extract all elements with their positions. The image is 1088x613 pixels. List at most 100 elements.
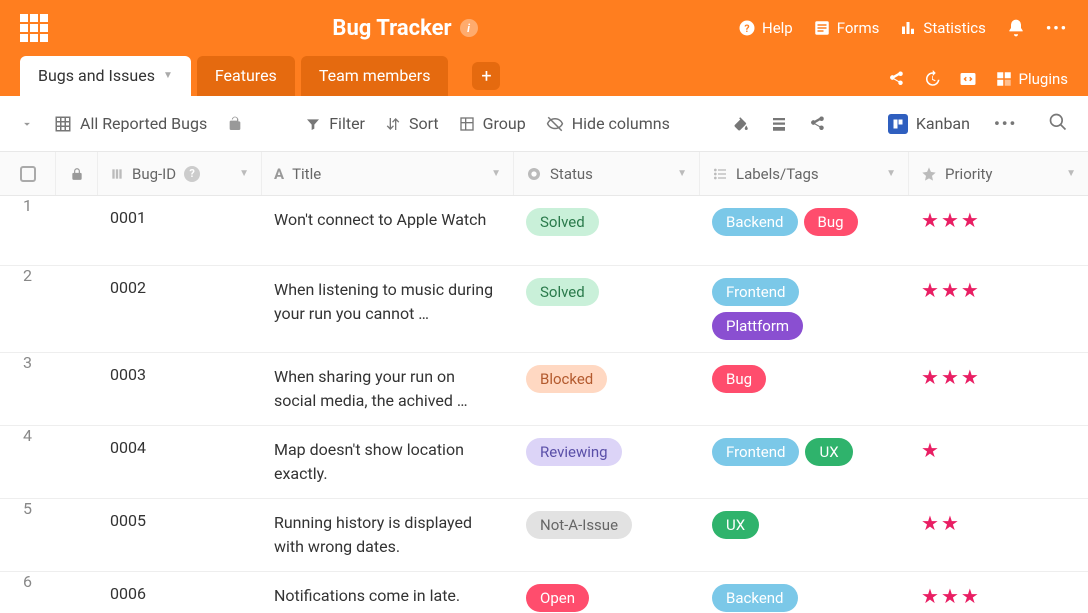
- help-circle-icon[interactable]: ?: [184, 166, 200, 182]
- share-view-icon[interactable]: [808, 115, 826, 133]
- cell-title[interactable]: Notifications come in late.: [262, 572, 514, 613]
- cell-priority[interactable]: ★★★: [909, 266, 1088, 314]
- cell-labels[interactable]: FrontendUX: [700, 426, 909, 478]
- filter-label: Filter: [329, 114, 365, 133]
- statistics-link[interactable]: Statistics: [899, 19, 985, 37]
- code-icon[interactable]: [959, 70, 977, 88]
- tab-label: Bugs and Issues: [38, 66, 155, 85]
- table-row[interactable]: 20002When listening to music during your…: [0, 266, 1088, 353]
- cell-labels[interactable]: UX: [700, 499, 909, 551]
- group-button[interactable]: Group: [459, 114, 526, 133]
- tab-bugs-and-issues[interactable]: Bugs and Issues ▼: [20, 56, 191, 96]
- cell-bugid[interactable]: 0004: [98, 426, 262, 469]
- column-header-priority[interactable]: Priority ▼: [909, 152, 1088, 195]
- share-icon[interactable]: [887, 70, 905, 88]
- cell-status[interactable]: Blocked: [514, 353, 700, 405]
- tab-features[interactable]: Features: [197, 56, 295, 96]
- more-menu-icon[interactable]: •••: [1046, 19, 1068, 37]
- cell-labels[interactable]: FrontendPlattform: [700, 266, 909, 352]
- cell-priority[interactable]: ★★★: [909, 572, 1088, 613]
- statistics-icon: [899, 19, 917, 37]
- star-icon: ★: [941, 208, 959, 232]
- cell-priority[interactable]: ★★: [909, 499, 1088, 547]
- notifications-icon[interactable]: [1006, 18, 1026, 38]
- view-selector[interactable]: All Reported Bugs: [54, 114, 207, 133]
- forms-label: Forms: [837, 19, 880, 37]
- sort-label: Sort: [409, 114, 439, 133]
- star-icon: ★: [961, 365, 979, 389]
- table-row[interactable]: 40004Map doesn't show location exactly.R…: [0, 426, 1088, 499]
- sort-button[interactable]: Sort: [385, 114, 439, 133]
- unlock-icon[interactable]: [227, 116, 243, 132]
- tag-badge: Frontend: [712, 278, 799, 306]
- row-height-icon[interactable]: [770, 115, 788, 133]
- kanban-icon: [888, 114, 908, 134]
- tab-label: Features: [215, 66, 277, 85]
- search-icon[interactable]: [1048, 112, 1068, 132]
- cell-priority[interactable]: ★★★: [909, 196, 1088, 244]
- cell-status[interactable]: Solved: [514, 196, 700, 248]
- table-row[interactable]: 10001Won't connect to Apple WatchSolvedB…: [0, 196, 1088, 266]
- cell-title[interactable]: Map doesn't show location exactly.: [262, 426, 514, 498]
- cell-title[interactable]: When listening to music during your run …: [262, 266, 514, 338]
- cell-labels[interactable]: Backend: [700, 572, 909, 613]
- tag-badge: UX: [805, 438, 852, 466]
- cell-labels[interactable]: Bug: [700, 353, 909, 405]
- cell-bugid[interactable]: 0001: [98, 196, 262, 239]
- history-icon[interactable]: [923, 70, 941, 88]
- plugins-link[interactable]: Plugins: [995, 70, 1068, 88]
- cell-title[interactable]: When sharing your run on social media, t…: [262, 353, 514, 425]
- star-icon: ★: [961, 278, 979, 302]
- col-dropdown-icon[interactable]: ▼: [677, 168, 687, 179]
- cell-title[interactable]: Won't connect to Apple Watch: [262, 196, 514, 244]
- status-col-icon: [526, 166, 542, 182]
- paint-bucket-icon[interactable]: [732, 115, 750, 133]
- table-row[interactable]: 50005Running history is displayed with w…: [0, 499, 1088, 572]
- cell-bugid[interactable]: 0003: [98, 353, 262, 396]
- cell-bugid[interactable]: 0005: [98, 499, 262, 542]
- tag-badge: Backend: [712, 584, 798, 612]
- status-badge: Open: [526, 584, 589, 612]
- cell-bugid[interactable]: 0002: [98, 266, 262, 309]
- cell-labels[interactable]: BackendBug: [700, 196, 909, 248]
- apps-menu-icon[interactable]: [20, 14, 48, 42]
- kanban-button[interactable]: Kanban: [888, 114, 970, 134]
- star-icon: ★: [941, 278, 959, 302]
- cell-title[interactable]: Running history is displayed with wrong …: [262, 499, 514, 571]
- column-header-labels[interactable]: Labels/Tags ▼: [700, 152, 909, 195]
- view-name-label: All Reported Bugs: [80, 114, 207, 133]
- cell-status[interactable]: Not-A-Issue: [514, 499, 700, 551]
- tab-team-members[interactable]: Team members: [301, 56, 449, 96]
- star-icon: ★: [941, 584, 959, 608]
- number-col-icon: [110, 167, 124, 181]
- hide-columns-button[interactable]: Hide columns: [546, 114, 670, 133]
- help-link[interactable]: ? Help: [738, 19, 793, 37]
- select-all-column[interactable]: [0, 152, 56, 195]
- cell-status[interactable]: Open: [514, 572, 700, 613]
- info-icon[interactable]: i: [460, 19, 478, 37]
- add-tab-button[interactable]: +: [472, 62, 500, 90]
- cell-priority[interactable]: ★: [909, 426, 1088, 474]
- cell-status[interactable]: Solved: [514, 266, 700, 318]
- star-icon: ★: [921, 584, 939, 608]
- col-dropdown-icon[interactable]: ▼: [1066, 168, 1076, 179]
- column-header-title[interactable]: A Title ▼: [262, 152, 514, 195]
- forms-link[interactable]: Forms: [813, 19, 880, 37]
- col-dropdown-icon[interactable]: ▼: [886, 168, 896, 179]
- col-dropdown-icon[interactable]: ▼: [491, 168, 501, 179]
- filter-button[interactable]: Filter: [305, 114, 365, 133]
- table-row[interactable]: 30003When sharing your run on social med…: [0, 353, 1088, 426]
- cell-priority[interactable]: ★★★: [909, 353, 1088, 401]
- select-all-checkbox[interactable]: [20, 166, 36, 182]
- toolbar-more-icon[interactable]: •••: [994, 114, 1017, 133]
- column-header-status[interactable]: Status ▼: [514, 152, 700, 195]
- cell-bugid[interactable]: 0006: [98, 572, 262, 613]
- tab-label: Team members: [319, 66, 431, 85]
- table-row[interactable]: 60006Notifications come in late.OpenBack…: [0, 572, 1088, 613]
- column-header-bugid[interactable]: Bug-ID ? ▼: [98, 152, 262, 195]
- cell-status[interactable]: Reviewing: [514, 426, 700, 478]
- col-dropdown-icon[interactable]: ▼: [239, 168, 249, 179]
- view-dropdown-icon[interactable]: [20, 117, 34, 131]
- chevron-down-icon[interactable]: ▼: [163, 70, 173, 81]
- lock-icon: [70, 167, 84, 181]
